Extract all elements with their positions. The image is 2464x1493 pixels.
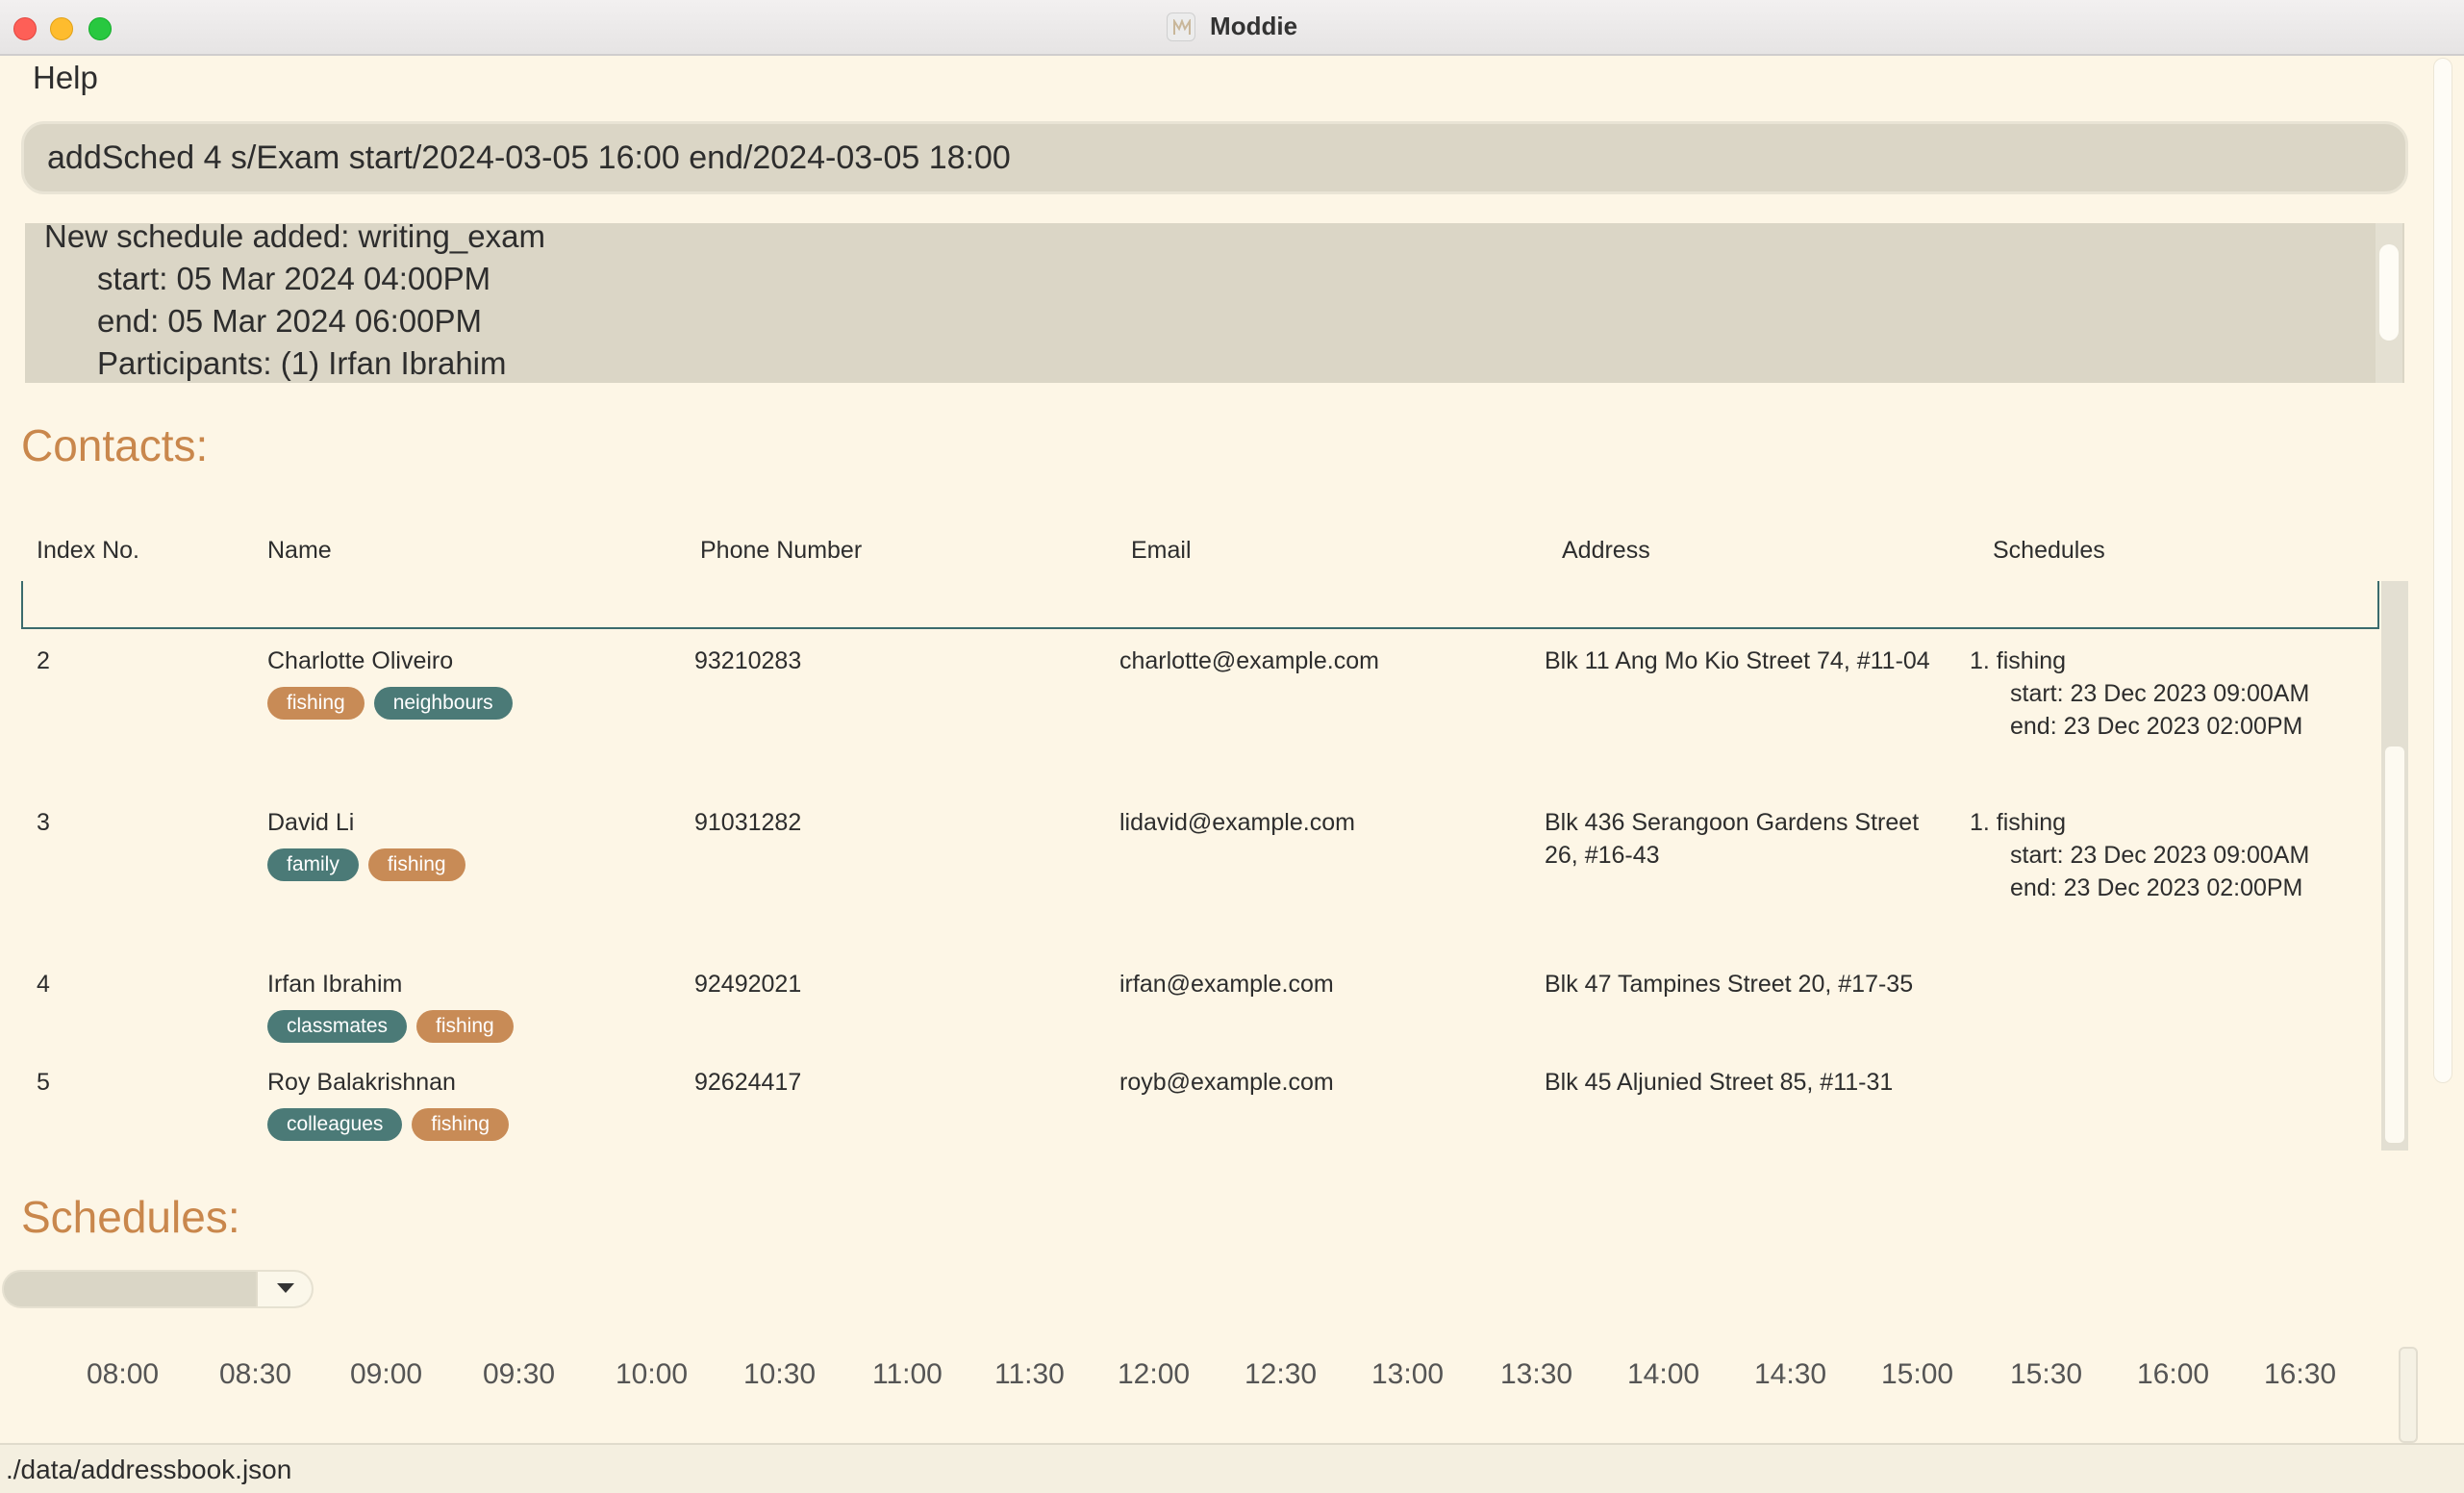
schedule-end: end: 23 Dec 2023 02:00PM <box>2010 713 2303 740</box>
result-line: end: 05 Mar 2024 06:00PM <box>44 303 482 339</box>
schedule-start: start: 23 Dec 2023 09:00AM <box>2010 842 2310 869</box>
tag-badge: fishing <box>367 848 465 881</box>
time-label: 13:00 <box>1371 1358 1445 1390</box>
time-label: 16:30 <box>2264 1358 2337 1390</box>
table-row[interactable]: 4 Irfan Ibrahim classmates fishing 924920… <box>21 968 2379 1064</box>
title-bar: Moddie <box>0 0 2464 56</box>
table-row[interactable]: 5 Roy Balakrishnan colleagues fishing 926… <box>21 1066 2379 1154</box>
row-address: Blk 11 Ang Mo Kio Street 74, #11-04 <box>1545 647 1930 674</box>
window-scrollbar-thumb[interactable] <box>2433 58 2452 1083</box>
time-label: 08:00 <box>87 1358 160 1390</box>
row-index: 4 <box>37 971 50 998</box>
window-title: Moddie <box>1210 12 1298 40</box>
table-scrollbar-thumb[interactable] <box>2385 746 2404 1143</box>
column-header-index[interactable]: Index No. <box>37 537 139 565</box>
schedule-view-dropdown[interactable] <box>2 1270 314 1308</box>
command-input[interactable]: addSched 4 s/Exam start/2024-03-05 16:00… <box>21 121 2408 194</box>
row-phone: 93210283 <box>694 647 802 674</box>
row-email: charlotte@example.com <box>1119 647 1379 674</box>
time-label: 15:00 <box>1881 1358 1954 1390</box>
schedule-timeline: 08:00 08:30 09:00 09:30 10:00 10:30 11:0… <box>0 1356 2464 1404</box>
result-line: start: 05 Mar 2024 04:00PM <box>44 261 491 296</box>
status-bar-file-path: ./data/addressbook.json <box>0 1443 2464 1493</box>
row-phone: 92624417 <box>694 1069 802 1096</box>
result-text: New schedule added: writing_exam start: … <box>44 223 545 383</box>
address-line: Blk 436 Serangoon Gardens Street <box>1545 809 1920 836</box>
row-email: royb@example.com <box>1119 1069 1334 1096</box>
window-title-group: Moddie <box>0 12 2464 41</box>
tag-badge: neighbours <box>373 687 513 720</box>
row-index: 5 <box>37 1069 50 1096</box>
contacts-heading: Contacts: <box>21 420 209 470</box>
row-name: Irfan Ibrahim <box>267 971 403 998</box>
contacts-table: 2 Charlotte Oliveiro fishing neighbours 9… <box>21 635 2379 1154</box>
time-label: 10:00 <box>616 1358 689 1390</box>
table-row[interactable]: 2 Charlotte Oliveiro fishing neighbours 9… <box>21 645 2379 798</box>
table-row[interactable]: 3 David Li family fishing 91031282 lidavi… <box>21 806 2379 960</box>
time-label: 12:30 <box>1245 1358 1318 1390</box>
time-label: 12:00 <box>1118 1358 1191 1390</box>
column-header-schedules[interactable]: Schedules <box>1993 537 2105 565</box>
row-name: Roy Balakrishnan <box>267 1069 456 1096</box>
time-label: 10:30 <box>743 1358 817 1390</box>
result-line: Participants: (1) Irfan Ibrahim <box>44 345 507 381</box>
address-line: 26, #16-43 <box>1545 842 1660 869</box>
result-scrollbar-thumb[interactable] <box>2379 244 2399 341</box>
contacts-table-header: Index No. Name Phone Number Email Addres… <box>0 533 2464 571</box>
schedule-start: start: 23 Dec 2023 09:00AM <box>2010 680 2310 707</box>
column-header-email[interactable]: Email <box>1131 537 1192 565</box>
row-email: lidavid@example.com <box>1119 809 1355 836</box>
time-label: 09:30 <box>483 1358 556 1390</box>
row-index: 3 <box>37 809 50 836</box>
time-label: 14:30 <box>1754 1358 1827 1390</box>
time-label: 11:00 <box>872 1358 943 1390</box>
row-phone: 91031282 <box>694 809 802 836</box>
row-address: Blk 45 Aljunied Street 85, #11-31 <box>1545 1069 1894 1096</box>
row-phone: 92492021 <box>694 971 802 998</box>
tag-badge: family <box>267 848 359 881</box>
result-display: New schedule added: writing_exam start: … <box>25 223 2404 383</box>
row-tags: fishing neighbours <box>267 687 522 720</box>
row-tags: classmates fishing <box>267 1010 523 1043</box>
tag-badge: fishing <box>416 1010 514 1043</box>
row-tags: colleagues fishing <box>267 1108 518 1141</box>
row-tags: family fishing <box>267 848 475 881</box>
row-address: Blk 436 Serangoon Gardens Street 26, #16… <box>1545 806 1919 872</box>
schedule-end: end: 23 Dec 2023 02:00PM <box>2010 874 2303 901</box>
selected-table-row[interactable] <box>21 581 2379 629</box>
row-name: Charlotte Oliveiro <box>267 647 454 674</box>
row-index: 2 <box>37 647 50 674</box>
menu-help[interactable]: Help <box>33 60 98 96</box>
app-icon <box>1166 12 1195 41</box>
column-header-phone[interactable]: Phone Number <box>700 537 862 565</box>
column-header-address[interactable]: Address <box>1562 537 1650 565</box>
time-label: 11:30 <box>994 1358 1065 1390</box>
tag-badge: fishing <box>412 1108 510 1141</box>
tag-badge: fishing <box>267 687 365 720</box>
time-label: 14:00 <box>1627 1358 1700 1390</box>
time-label: 13:30 <box>1500 1358 1573 1390</box>
dropdown-arrow-button[interactable] <box>256 1272 312 1306</box>
time-label: 15:30 <box>2010 1358 2083 1390</box>
time-label: 16:00 <box>2137 1358 2210 1390</box>
time-label: 08:30 <box>219 1358 292 1390</box>
result-line: New schedule added: writing_exam <box>44 223 545 254</box>
row-name: David Li <box>267 809 355 836</box>
schedules-heading: Schedules: <box>21 1192 240 1242</box>
tag-badge: classmates <box>267 1010 408 1043</box>
schedule-title: 1. fishing <box>1970 647 2067 674</box>
row-schedules: 1. fishing start: 23 Dec 2023 09:00AM en… <box>1970 806 2309 904</box>
row-schedules: 1. fishing start: 23 Dec 2023 09:00AM en… <box>1970 645 2309 743</box>
tag-badge: colleagues <box>267 1108 403 1141</box>
chevron-down-icon <box>277 1283 294 1293</box>
column-header-name[interactable]: Name <box>267 537 332 565</box>
time-label: 09:00 <box>350 1358 423 1390</box>
row-address: Blk 47 Tampines Street 20, #17-35 <box>1545 971 1914 998</box>
row-email: irfan@example.com <box>1119 971 1334 998</box>
schedule-title: 1. fishing <box>1970 809 2067 836</box>
timeline-scrollbar[interactable] <box>2399 1347 2418 1443</box>
